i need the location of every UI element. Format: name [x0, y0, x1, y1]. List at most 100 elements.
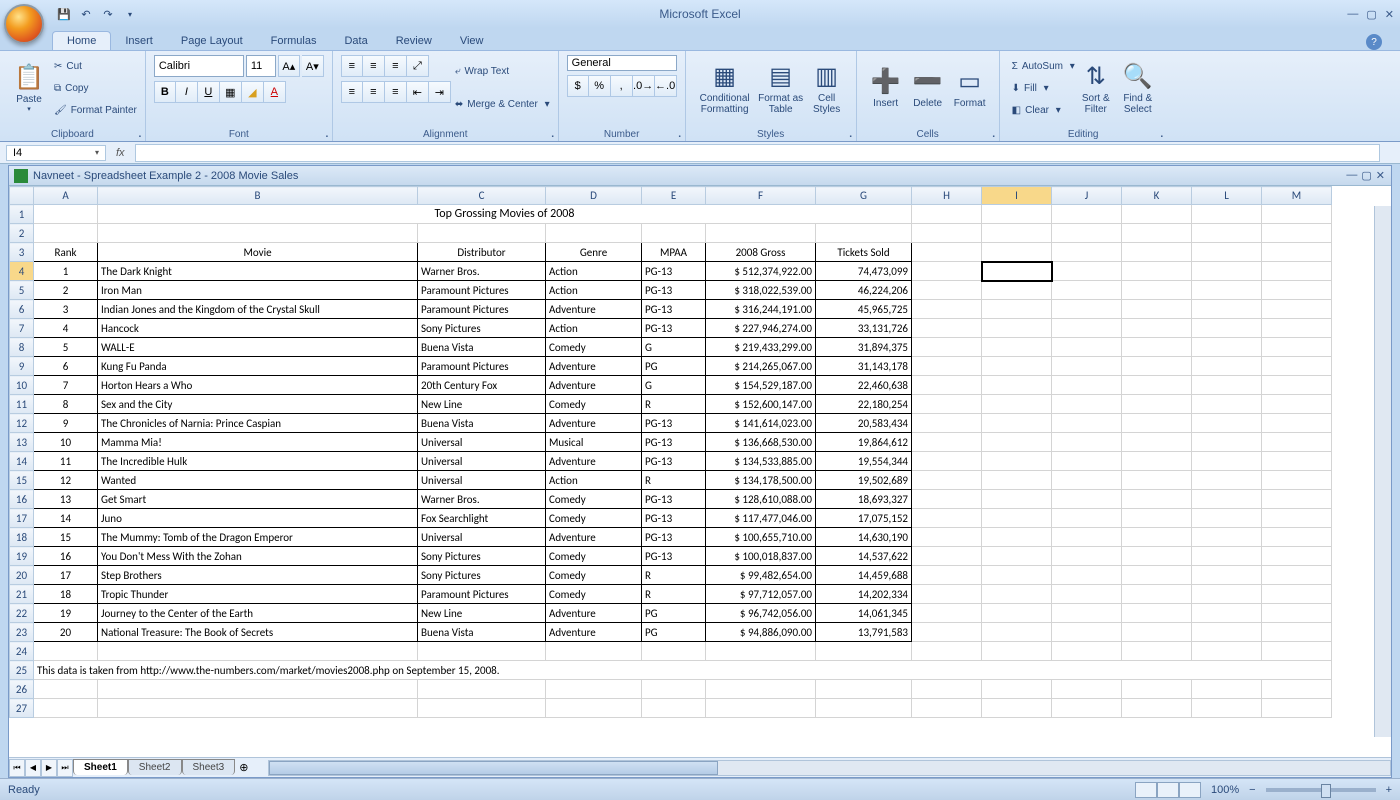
- delete-icon: ➖: [913, 67, 943, 96]
- zoom-slider[interactable]: [1266, 788, 1376, 792]
- currency-button[interactable]: $: [567, 75, 589, 97]
- number-format-select[interactable]: [567, 55, 677, 71]
- group-alignment: ≡≡≡⤢ ≡≡≡⇤⇥ ⤶Wrap Text ⬌Merge & Center ▾ …: [333, 51, 559, 141]
- find-select-button[interactable]: 🔍Find & Select: [1117, 55, 1159, 121]
- wrap-text-button[interactable]: ⤶Wrap Text: [455, 65, 550, 78]
- sheet-nav-next[interactable]: ▶: [41, 759, 57, 777]
- tab-insert[interactable]: Insert: [111, 32, 167, 50]
- align-center-button[interactable]: ≡: [363, 81, 385, 103]
- close-icon[interactable]: ✕: [1385, 8, 1394, 21]
- cell-styles-button[interactable]: ▥Cell Styles: [806, 55, 848, 121]
- zoom-level[interactable]: 100%: [1211, 784, 1239, 796]
- fill-icon: ⬇: [1012, 83, 1020, 94]
- delete-cells-button[interactable]: ➖Delete: [907, 55, 949, 121]
- view-page-break-button[interactable]: [1179, 782, 1201, 798]
- group-editing: ΣAutoSum ▾ ⬇Fill ▾ ◧Clear ▾ ⇅Sort & Filt…: [1000, 51, 1167, 141]
- merge-center-button[interactable]: ⬌Merge & Center ▾: [455, 98, 550, 111]
- sheet-nav-prev[interactable]: ◀: [25, 759, 41, 777]
- wb-restore-icon[interactable]: ▢: [1361, 169, 1371, 182]
- sheet-tab-bar: ⏮ ◀ ▶ ⏭ Sheet1 Sheet2 Sheet3 ⊕: [9, 757, 1391, 777]
- format-cells-button[interactable]: ▭Format: [949, 55, 991, 121]
- view-page-layout-button[interactable]: [1157, 782, 1179, 798]
- vertical-scrollbar[interactable]: [1374, 206, 1391, 737]
- sort-filter-button[interactable]: ⇅Sort & Filter: [1075, 55, 1117, 121]
- font-color-button[interactable]: A: [264, 81, 286, 103]
- tab-home[interactable]: Home: [52, 31, 111, 50]
- fill-button[interactable]: ⬇Fill ▾: [1012, 82, 1075, 95]
- sheet-tab-3[interactable]: Sheet3: [182, 759, 236, 775]
- autosum-button[interactable]: ΣAutoSum ▾: [1012, 60, 1075, 73]
- decrease-font-button[interactable]: A▾: [302, 55, 324, 77]
- comma-button[interactable]: ,: [611, 75, 633, 97]
- tab-view[interactable]: View: [446, 32, 498, 50]
- fill-color-button[interactable]: ◢: [242, 81, 264, 103]
- insert-sheet-icon[interactable]: ⊕: [239, 761, 248, 774]
- paste-button[interactable]: 📋Paste▾: [8, 55, 50, 121]
- minimize-icon[interactable]: —: [1347, 8, 1358, 21]
- sheet-tab-2[interactable]: Sheet2: [128, 759, 182, 775]
- sheet-nav-last[interactable]: ⏭: [57, 759, 73, 777]
- table-icon: ▤: [769, 62, 792, 91]
- view-normal-button[interactable]: [1135, 782, 1157, 798]
- cut-button[interactable]: ✂Cut: [54, 60, 137, 73]
- group-number: $ % , .0→ ←.0 Number: [559, 51, 686, 141]
- tab-page-layout[interactable]: Page Layout: [167, 32, 257, 50]
- align-bottom-button[interactable]: ≡: [385, 55, 407, 77]
- office-button[interactable]: [4, 4, 44, 44]
- align-left-button[interactable]: ≡: [341, 81, 363, 103]
- italic-button[interactable]: I: [176, 81, 198, 103]
- workbook-window: Navneet - Spreadsheet Example 2 - 2008 M…: [8, 165, 1392, 778]
- orientation-button[interactable]: ⤢: [407, 55, 429, 77]
- help-icon[interactable]: ?: [1366, 34, 1382, 50]
- sheet-tab-1[interactable]: Sheet1: [73, 759, 128, 775]
- conditional-formatting-button[interactable]: ▦Conditional Formatting: [694, 55, 756, 121]
- undo-icon[interactable]: ↶: [77, 5, 95, 23]
- format-as-table-button[interactable]: ▤Format as Table: [756, 55, 806, 121]
- fx-icon[interactable]: fx: [116, 147, 125, 159]
- format-painter-button[interactable]: 🖌Format Painter: [54, 104, 137, 117]
- excel-file-icon: [14, 169, 28, 183]
- font-size-select[interactable]: [246, 55, 276, 77]
- name-box[interactable]: I4: [6, 145, 106, 161]
- formula-bar: I4 fx: [0, 142, 1400, 164]
- grid-area[interactable]: ABCDEFGHIJKLM1Top Grossing Movies of 200…: [9, 186, 1391, 757]
- restore-icon[interactable]: ▢: [1366, 8, 1376, 21]
- eraser-icon: ◧: [1012, 105, 1021, 116]
- align-middle-button[interactable]: ≡: [363, 55, 385, 77]
- tab-formulas[interactable]: Formulas: [257, 32, 331, 50]
- save-icon[interactable]: 💾: [55, 5, 73, 23]
- zoom-out-button[interactable]: −: [1249, 784, 1255, 796]
- ribbon: 📋Paste▾ ✂Cut ⧉Copy 🖌Format Painter Clipb…: [0, 50, 1400, 142]
- status-bar: Ready 100% − +: [0, 778, 1400, 800]
- increase-indent-button[interactable]: ⇥: [429, 81, 451, 103]
- zoom-in-button[interactable]: +: [1386, 784, 1392, 796]
- qat-customize-icon[interactable]: ▾: [121, 5, 139, 23]
- tab-data[interactable]: Data: [330, 32, 381, 50]
- bold-button[interactable]: B: [154, 81, 176, 103]
- formula-input[interactable]: [135, 144, 1380, 162]
- decrease-indent-button[interactable]: ⇤: [407, 81, 429, 103]
- align-top-button[interactable]: ≡: [341, 55, 363, 77]
- underline-button[interactable]: U: [198, 81, 220, 103]
- tab-review[interactable]: Review: [382, 32, 446, 50]
- insert-cells-button[interactable]: ➕Insert: [865, 55, 907, 121]
- border-button[interactable]: ▦: [220, 81, 242, 103]
- horizontal-scrollbar[interactable]: [268, 760, 1391, 776]
- percent-button[interactable]: %: [589, 75, 611, 97]
- group-clipboard: 📋Paste▾ ✂Cut ⧉Copy 🖌Format Painter Clipb…: [0, 51, 146, 141]
- increase-decimal-button[interactable]: .0→: [633, 75, 655, 97]
- decrease-decimal-button[interactable]: ←.0: [655, 75, 677, 97]
- app-title: Microsoft Excel: [659, 7, 740, 21]
- font-name-select[interactable]: [154, 55, 244, 77]
- align-right-button[interactable]: ≡: [385, 81, 407, 103]
- styles-icon: ▥: [815, 62, 838, 91]
- wb-minimize-icon[interactable]: —: [1346, 169, 1357, 182]
- quick-access-toolbar: 💾 ↶ ↷ ▾: [55, 5, 139, 23]
- workbook-title-bar: Navneet - Spreadsheet Example 2 - 2008 M…: [9, 166, 1391, 186]
- clear-button[interactable]: ◧Clear ▾: [1012, 104, 1075, 117]
- increase-font-button[interactable]: A▴: [278, 55, 300, 77]
- wb-close-icon[interactable]: ✕: [1376, 169, 1385, 182]
- redo-icon[interactable]: ↷: [99, 5, 117, 23]
- sheet-nav-first[interactable]: ⏮: [9, 759, 25, 777]
- copy-button[interactable]: ⧉Copy: [54, 82, 137, 95]
